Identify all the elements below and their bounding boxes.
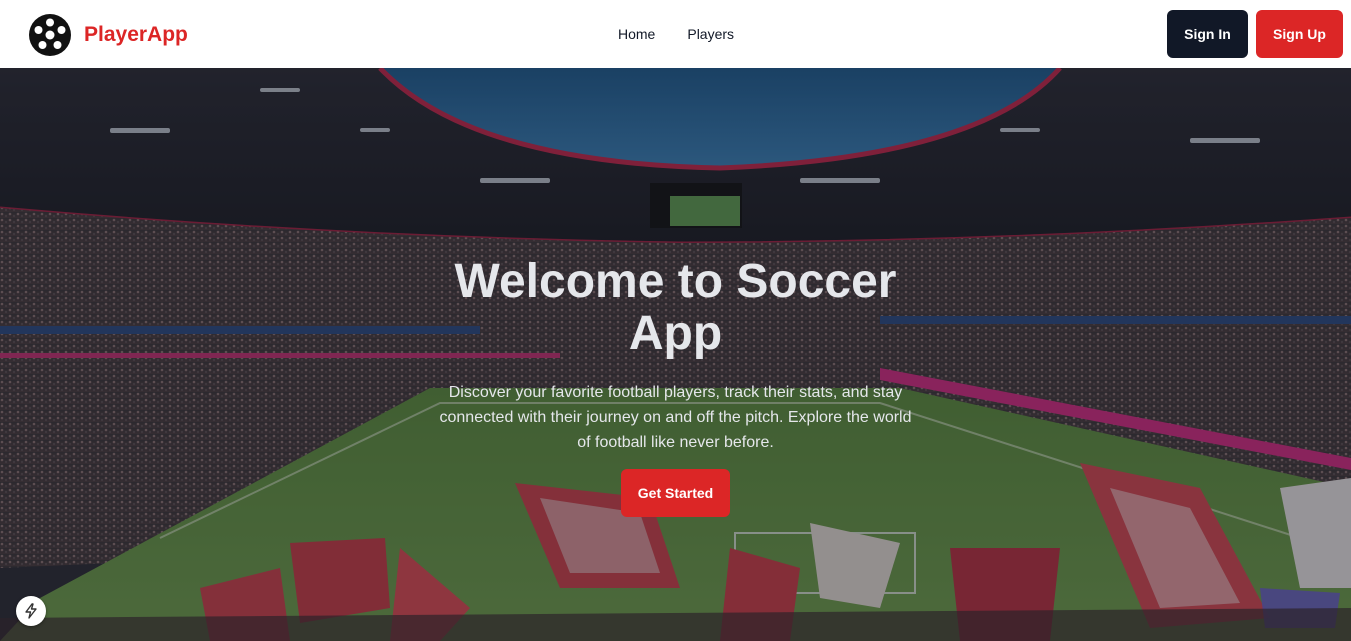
hero-description: Discover your favorite football players,… bbox=[439, 384, 912, 451]
brand[interactable]: PlayerApp bbox=[28, 13, 188, 57]
hero-content: Welcome to Soccer App Discover your favo… bbox=[438, 256, 913, 455]
lightning-bolt-icon bbox=[25, 603, 37, 619]
nav-players-link[interactable]: Players bbox=[687, 26, 734, 42]
main-nav: Home Players bbox=[618, 26, 734, 42]
hero-section: Welcome to Soccer App Discover your favo… bbox=[0, 68, 1351, 641]
soccer-ball-icon bbox=[29, 14, 71, 56]
hero-title: Welcome to Soccer App bbox=[454, 255, 897, 360]
sign-up-button[interactable]: Sign Up bbox=[1256, 10, 1343, 58]
nav-home-link[interactable]: Home bbox=[618, 26, 655, 42]
sign-in-button[interactable]: Sign In bbox=[1167, 10, 1248, 58]
lightning-bolt-button[interactable] bbox=[16, 596, 46, 626]
navbar: PlayerApp Home Players Sign In Sign Up bbox=[0, 0, 1351, 68]
brand-name: PlayerApp bbox=[84, 23, 188, 46]
get-started-button[interactable]: Get Started bbox=[621, 469, 730, 517]
